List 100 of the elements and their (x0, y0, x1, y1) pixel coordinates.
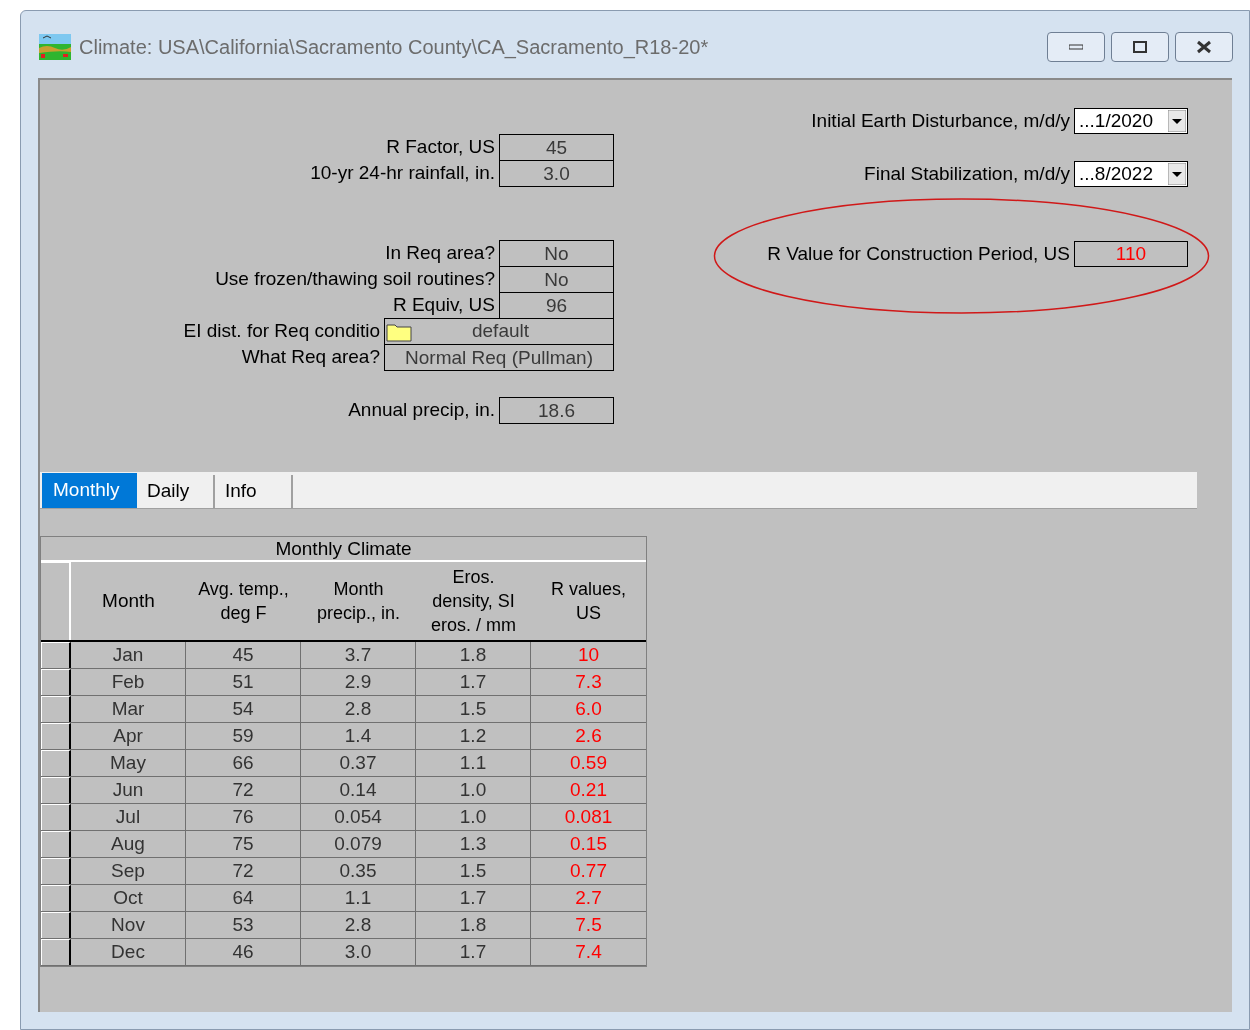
field-value: default (470, 319, 530, 344)
table-cell-text: 2.6 (574, 724, 603, 748)
table-cell-text: 0.15 (569, 832, 608, 856)
value-field[interactable]: No (499, 266, 614, 293)
table-cell: 51 (186, 669, 301, 695)
value-field[interactable]: Normal Req (Pullman) (384, 344, 614, 371)
column-header[interactable]: R values, US (531, 562, 646, 640)
table-cell: 72 (186, 777, 301, 803)
field-label: EI dist. for Req conditio (183, 319, 381, 344)
table-cell: 1.5 (416, 696, 531, 722)
row-header-cell[interactable] (41, 885, 71, 911)
table-cell: 1.4 (301, 723, 416, 749)
table-cell: 64 (186, 885, 301, 911)
dropdown-arrow-icon[interactable] (1168, 163, 1186, 185)
table-cell: 1.3 (416, 831, 531, 857)
column-header[interactable]: Eros. density, SI eros. / mm (416, 562, 531, 640)
field-label: 10-yr 24-hr rainfall, in. (310, 161, 496, 186)
row-header-cell[interactable] (41, 831, 71, 857)
close-icon (1196, 39, 1212, 54)
row-header-cell[interactable] (41, 642, 71, 668)
maximize-button[interactable] (1111, 31, 1169, 62)
grid-title: Monthly Climate (41, 537, 646, 562)
table-cell: Aug (71, 831, 186, 857)
value-field[interactable]: 18.6 (499, 397, 614, 424)
table-cell: 0.14 (301, 777, 416, 803)
table-cell: 2.8 (301, 912, 416, 938)
table-cell-text: 2.7 (574, 886, 603, 910)
table-cell-text: 6.0 (574, 697, 603, 721)
field-label: R Equiv, US (392, 293, 496, 318)
minimize-button[interactable] (1047, 31, 1105, 62)
field-label: Final Stabilization, m/d/y (864, 161, 1071, 186)
table-cell-text: 0.21 (569, 778, 608, 802)
row-header-cell[interactable] (41, 750, 71, 776)
table-cell: 3.0 (301, 939, 416, 965)
table-cell: 1.7 (416, 885, 531, 911)
table-cell-text: 7.3 (574, 670, 603, 694)
table-cell: Jan (71, 642, 186, 668)
table-cell: 1.5 (416, 858, 531, 884)
table-cell-text: 0.59 (569, 751, 608, 775)
table-cell: 2.8 (301, 696, 416, 722)
date-dropdown[interactable]: ...1/2020 (1074, 108, 1188, 134)
window-title: Climate: USA\California\Sacramento County\CA_Sacramento_R18-20* (79, 34, 709, 61)
table-cell: 1.1 (301, 885, 416, 911)
table-cell: Jun (71, 777, 186, 803)
table-cell-text: 7.4 (574, 940, 603, 964)
table-cell-text: 0.77 (569, 859, 608, 883)
value-field[interactable]: No (499, 240, 614, 267)
close-button[interactable] (1175, 31, 1233, 62)
row-header-cell[interactable] (41, 858, 71, 884)
table-cell: 75 (186, 831, 301, 857)
row-header-cell[interactable] (41, 912, 71, 938)
column-header[interactable]: Avg. temp., deg F (186, 562, 301, 640)
row-header-cell[interactable] (41, 939, 71, 965)
table-cell: 0.35 (301, 858, 416, 884)
folder-icon[interactable] (386, 321, 412, 342)
table-cell: 1.2 (416, 723, 531, 749)
field-label: R Value for Construction Period, US (767, 241, 1071, 266)
date-dropdown[interactable]: ...8/2022 (1074, 161, 1188, 187)
table-cell: 76 (186, 804, 301, 830)
table-cell: 72 (186, 858, 301, 884)
table-cell: 1.0 (416, 804, 531, 830)
table-cell: 1.0 (416, 777, 531, 803)
table-cell: May (71, 750, 186, 776)
table-cell: Apr (71, 723, 186, 749)
table-cell: 0.079 (301, 831, 416, 857)
table-cell: 1.1 (416, 750, 531, 776)
table-cell-text: 0.081 (563, 805, 614, 829)
value-field[interactable]: 96 (499, 292, 614, 319)
table-cell: Mar (71, 696, 186, 722)
table-cell-text: 7.5 (574, 913, 603, 937)
row-header-cell[interactable] (41, 669, 71, 695)
table-cell: 53 (186, 912, 301, 938)
value-field: 110 (1074, 241, 1188, 267)
table-cell: 1.8 (416, 642, 531, 668)
value-field[interactable]: 45 (499, 134, 614, 161)
row-header-cell[interactable] (41, 804, 71, 830)
dropdown-arrow-icon[interactable] (1168, 110, 1186, 132)
row-header-cell[interactable] (41, 777, 71, 803)
landscape-icon (39, 33, 71, 60)
field-label: Use frozen/thawing soil routines? (215, 267, 496, 292)
minimize-icon (1069, 43, 1083, 50)
row-header-cell[interactable] (41, 696, 71, 722)
table-cell-text: 10 (576, 643, 601, 667)
table-cell: 2.9 (301, 669, 416, 695)
tab[interactable]: Monthly (42, 473, 137, 508)
table-cell: 45 (186, 642, 301, 668)
table-cell: Oct (71, 885, 186, 911)
field-label: In Req area? (385, 241, 496, 266)
table-cell: 1.8 (416, 912, 531, 938)
value-field[interactable]: 3.0 (499, 160, 614, 187)
table-cell: Feb (71, 669, 186, 695)
column-header[interactable]: Month precip., in. (301, 562, 416, 640)
table-cell: Sep (71, 858, 186, 884)
table-cell: 0.37 (301, 750, 416, 776)
row-header-cell[interactable] (41, 723, 71, 749)
table-cell: Nov (71, 912, 186, 938)
table-cell: 1.7 (416, 939, 531, 965)
field-label: Annual precip, in. (348, 398, 496, 423)
table-cell: 59 (186, 723, 301, 749)
column-header[interactable]: Month (71, 562, 186, 640)
